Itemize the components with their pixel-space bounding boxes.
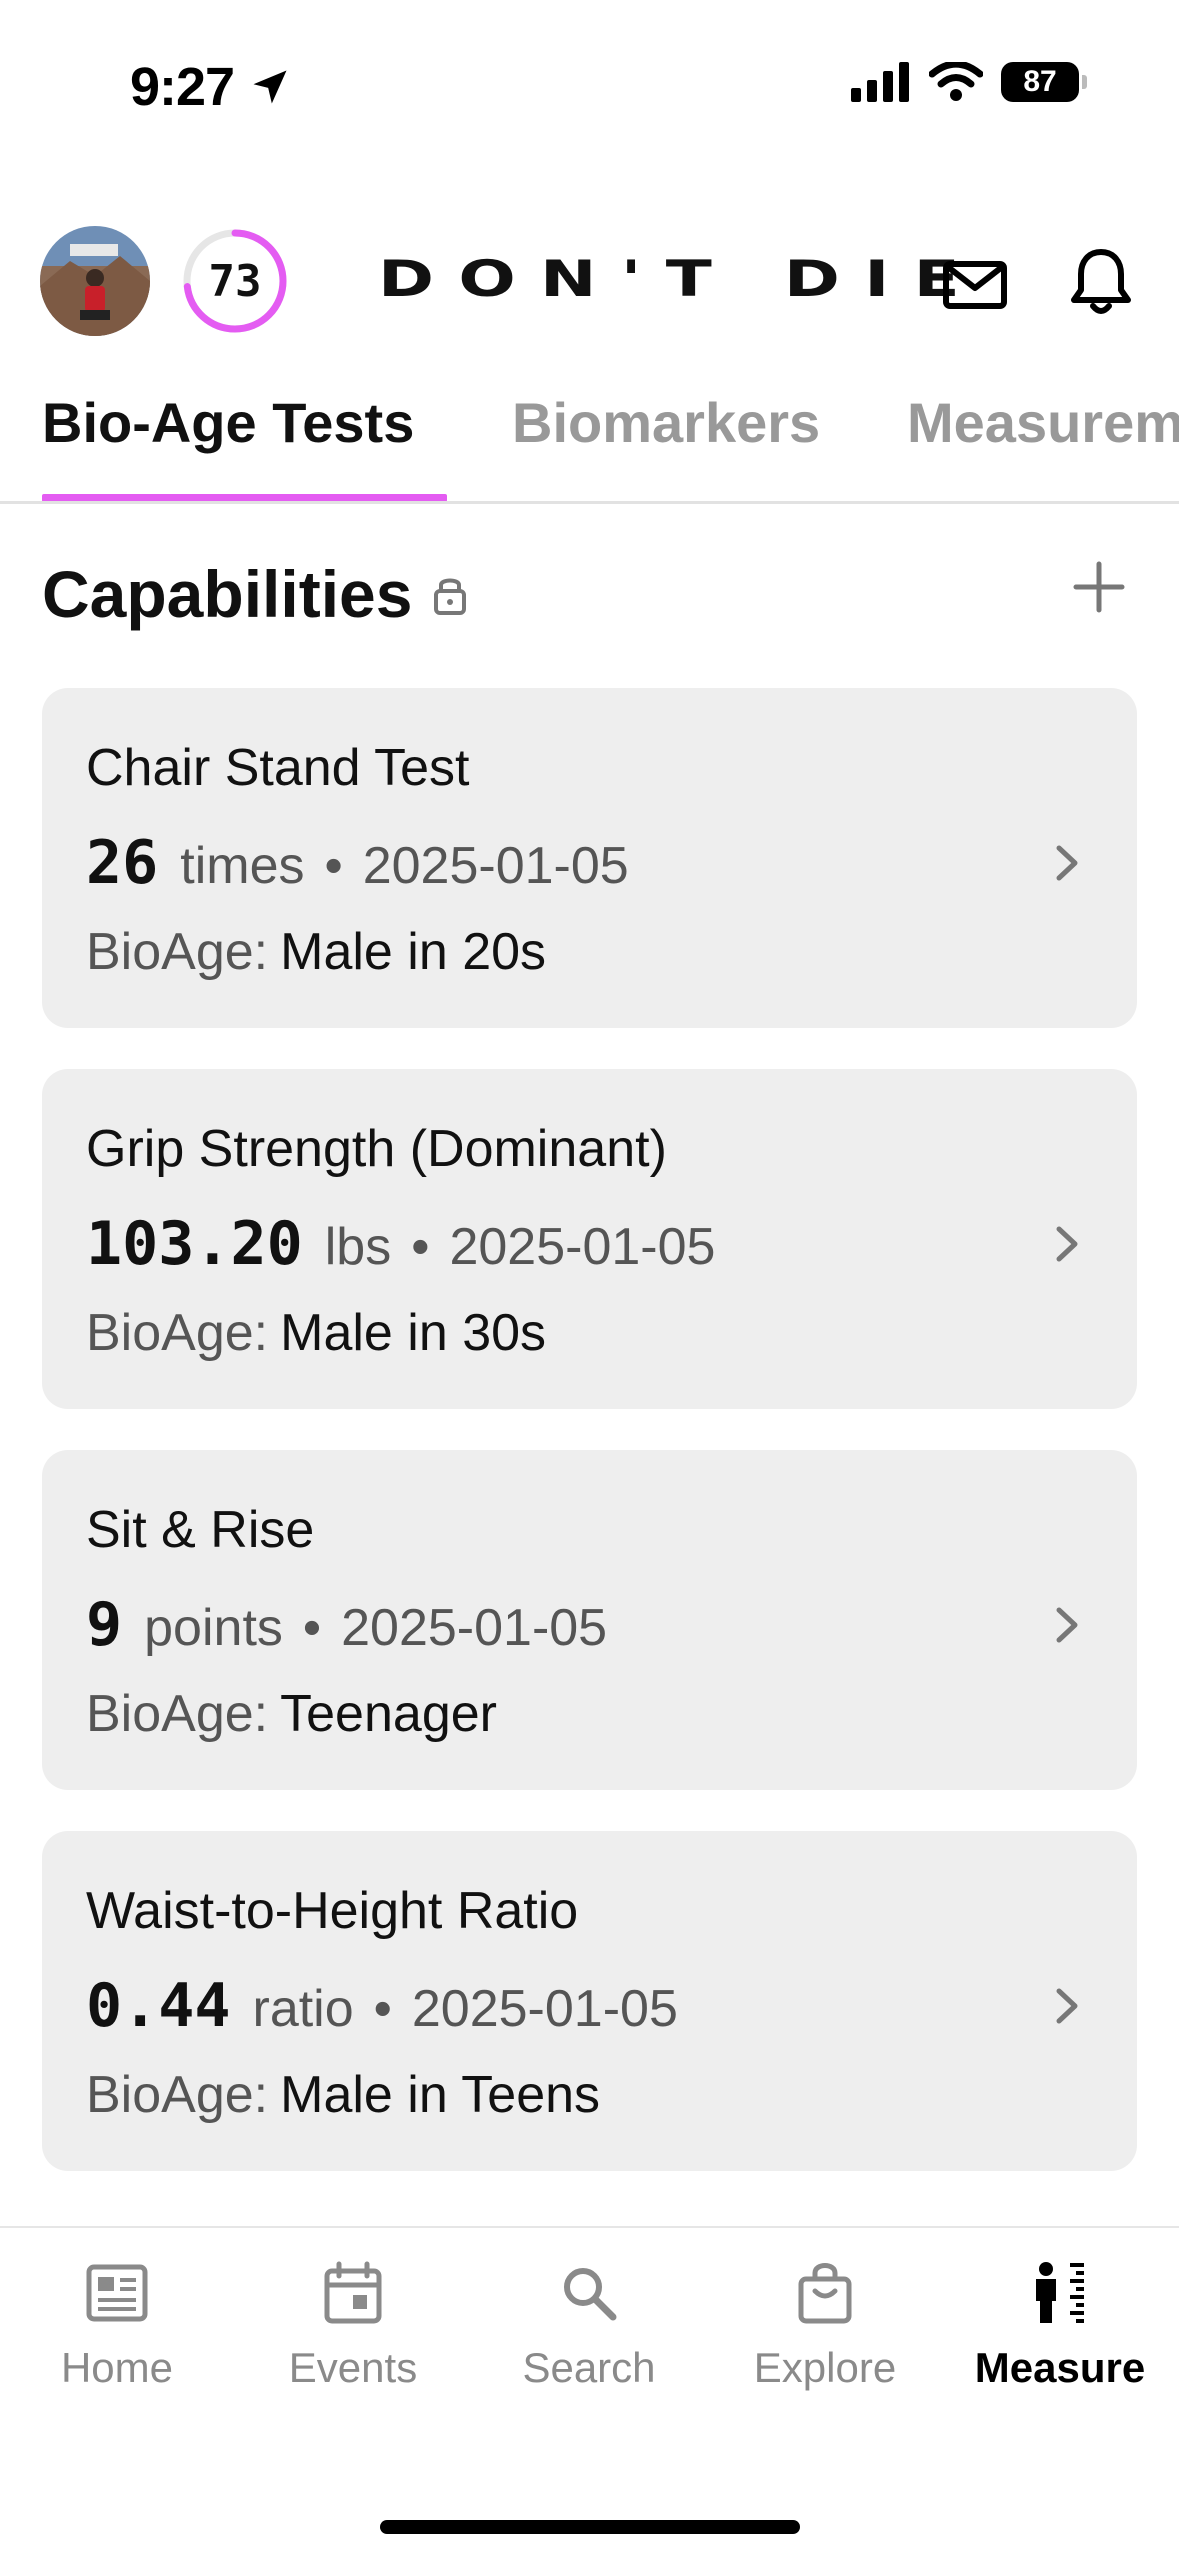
nav-explore[interactable]: Explore [715,2258,935,2392]
bioage-label: BioAge: [86,1685,269,1743]
nav-events[interactable]: Events [243,2258,463,2392]
nav-search[interactable]: Search [479,2258,699,2392]
nav-label: Events [288,2344,418,2391]
section-title: Capabilities [42,557,413,631]
plus-icon [1073,561,1125,613]
card-separator: • [324,837,343,895]
search-icon [554,2258,624,2328]
bag-icon [790,2258,860,2328]
card-value: 0.44 [86,1971,231,2041]
bioage-value: Male in 30s [280,1304,547,1362]
status-indicators: 87 [851,62,1087,102]
card-title: Waist-to-Height Ratio [86,1882,579,1940]
status-bar: 9:27 87 [0,0,1179,170]
card-unit: lbs [324,1218,392,1276]
card-result-row: 0.44 ratio • 2025-01-05 [86,1971,678,2041]
card-value: 9 [86,1590,123,1660]
app-header: 73 DON'T DIE [0,220,1179,350]
test-card-sit-rise[interactable]: Sit & Rise 9 points • 2025-01-05 BioAge:… [42,1450,1137,1790]
section-header: Capabilities [42,556,468,632]
bioage-label: BioAge: [86,1304,269,1362]
status-time: 9:27 [130,56,292,118]
bell-icon [1071,249,1131,314]
messages-button[interactable] [940,250,1010,320]
card-result-row: 103.20 lbs • 2025-01-05 [86,1209,715,1279]
tab-bio-age-tests[interactable]: Bio-Age Tests [42,390,414,455]
test-card-chair-stand[interactable]: Chair Stand Test 26 times • 2025-01-05 B… [42,688,1137,1028]
battery-indicator: 87 [1001,62,1087,102]
bioage-value: Teenager [280,1685,497,1743]
wifi-icon [929,62,983,101]
time-text: 9:27 [130,57,235,117]
lock-icon [434,578,467,615]
battery-level: 87 [1023,65,1057,98]
card-bioage: BioAge: Male in 20s [86,922,546,982]
card-bioage: BioAge: Male in 30s [86,1303,546,1363]
chevron-right-icon [1056,1607,1078,1643]
card-unit: times [180,837,305,895]
card-title: Grip Strength (Dominant) [86,1120,667,1178]
card-date: 2025-01-05 [449,1218,716,1276]
test-card-waist-height[interactable]: Waist-to-Height Ratio 0.44 ratio • 2025-… [42,1831,1137,2171]
bioage-label: BioAge: [86,2066,269,2124]
location-arrow-icon [253,70,287,104]
tab-biomarkers[interactable]: Biomarkers [512,390,820,455]
measure-icon [1025,2258,1095,2328]
bottom-nav: Home Events Search Explore Measure [0,2226,1179,2556]
nav-label: Measure [974,2344,1146,2391]
notifications-button[interactable] [1066,246,1136,316]
active-tab-indicator [42,494,447,501]
mail-icon [943,261,1007,309]
avatar[interactable] [40,226,150,336]
card-date: 2025-01-05 [411,1980,678,2038]
home-indicator[interactable] [380,2520,800,2534]
card-separator: • [302,1599,322,1657]
calendar-icon [318,2258,388,2328]
health-score-ring[interactable]: 73 [180,226,290,336]
card-result-row: 9 points • 2025-01-05 [86,1590,607,1660]
avatar-photo [40,226,150,336]
card-bioage: BioAge: Male in Teens [86,2065,600,2125]
card-title: Sit & Rise [86,1501,315,1559]
home-icon [82,2258,152,2328]
card-unit: points [144,1599,283,1657]
chevron-right-icon [1056,1988,1078,2024]
card-date: 2025-01-05 [341,1599,608,1657]
card-separator: • [411,1218,430,1276]
nav-label: Search [522,2344,656,2391]
tab-bar: Bio-Age Tests Biomarkers Measurements [0,380,1179,504]
add-button[interactable] [1068,556,1130,618]
nav-home[interactable]: Home [7,2258,227,2392]
card-date: 2025-01-05 [362,837,629,895]
bioage-value: Male in Teens [280,2066,601,2124]
bioage-label: BioAge: [86,923,269,981]
card-bioage: BioAge: Teenager [86,1684,497,1744]
card-value: 26 [86,828,159,898]
chevron-right-icon [1056,1226,1078,1262]
bioage-value: Male in 20s [280,923,547,981]
nav-label: Home [60,2344,174,2391]
chevron-right-icon [1056,845,1078,881]
health-score-value: 73 [208,255,262,307]
card-separator: • [373,1980,392,2038]
nav-label: Explore [753,2344,897,2391]
nav-measure[interactable]: Measure [950,2258,1170,2392]
tab-measurements[interactable]: Measurements [907,390,1179,455]
card-result-row: 26 times • 2025-01-05 [86,828,629,898]
card-title: Chair Stand Test [86,739,470,797]
cellular-signal-icon [851,62,909,102]
test-card-grip-strength[interactable]: Grip Strength (Dominant) 103.20 lbs • 20… [42,1069,1137,1409]
brand-logo: DON'T DIE [378,250,985,308]
card-unit: ratio [252,1980,354,2038]
card-value: 103.20 [86,1209,303,1279]
